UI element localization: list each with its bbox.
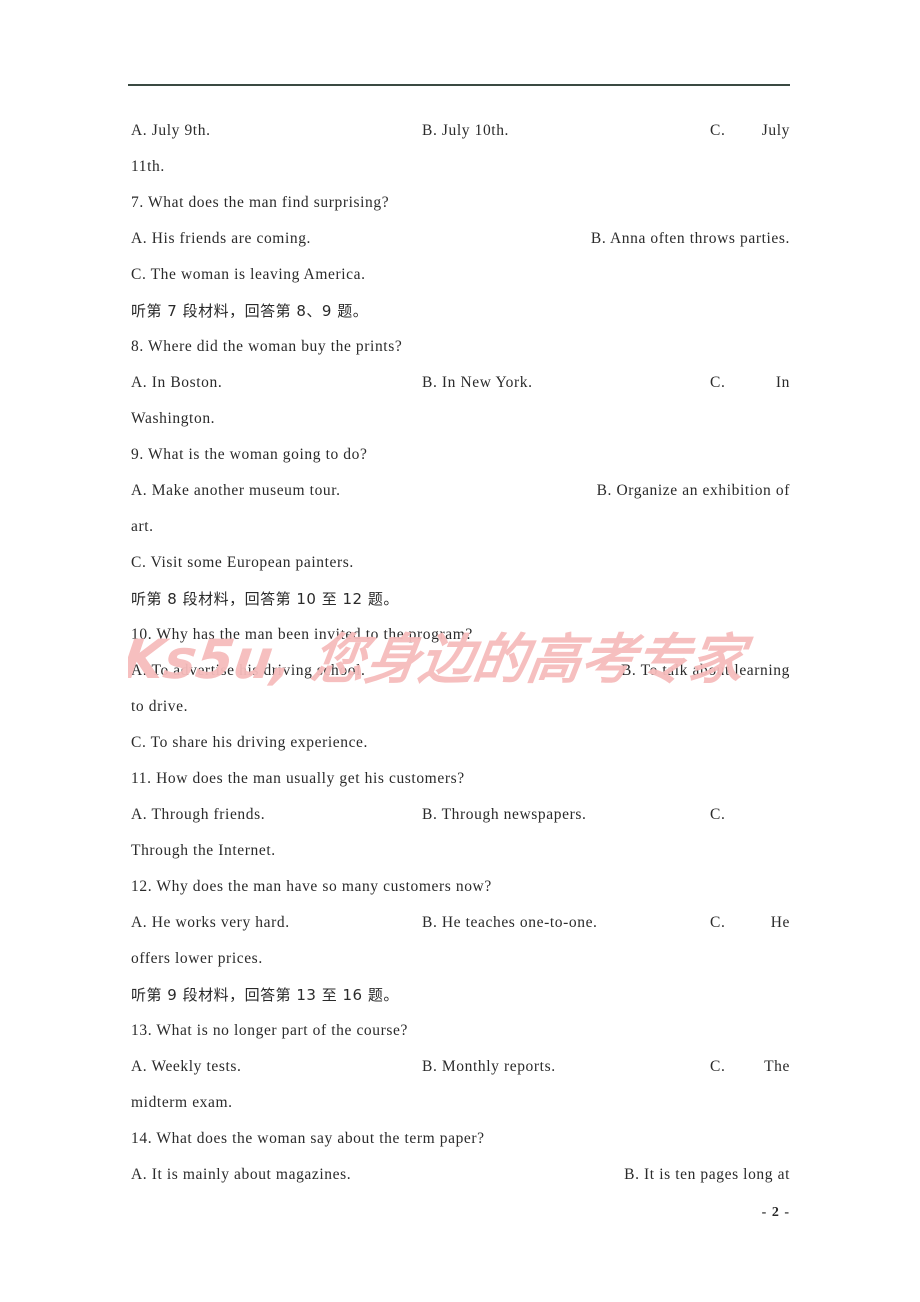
option-continuation: 11th.	[131, 158, 165, 175]
option-row: A. He works very hard. B. He teaches one…	[131, 905, 790, 941]
option-row: A. To advertise his driving school. B. T…	[131, 653, 790, 689]
option-continuation: art.	[131, 518, 154, 535]
option-a: A. July 9th.	[131, 122, 211, 139]
question-stem: 11. How does the man usually get his cus…	[131, 770, 465, 787]
option-c: C. To share his driving experience.	[131, 734, 369, 751]
option-row: A. It is mainly about magazines. B. It i…	[131, 1157, 790, 1193]
option-c: C.	[710, 122, 726, 139]
option-continuation: offers lower prices.	[131, 950, 263, 967]
option-continuation: midterm exam.	[131, 1094, 233, 1111]
option-a: A. In Boston.	[131, 374, 223, 391]
option-row: A. In Boston. B. In New York. C. In	[131, 365, 790, 401]
option-b: B. July 10th.	[422, 122, 510, 139]
question-stem: 10. Why has the man been invited to the …	[131, 626, 473, 643]
option-c-tail: July	[761, 122, 790, 139]
option-c-tail: In	[775, 374, 790, 391]
option-a: A. Through friends.	[131, 806, 266, 823]
question-stem: 8. Where did the woman buy the prints?	[131, 338, 403, 355]
option-c: C. The woman is leaving America.	[131, 266, 366, 283]
option-b: B. He teaches one-to-one.	[422, 914, 598, 931]
option-a: A. It is mainly about magazines.	[131, 1166, 352, 1183]
option-continuation: Through the Internet.	[131, 842, 276, 859]
question-stem: 9. What is the woman going to do?	[131, 446, 368, 463]
option-b: B. To talk about learning	[620, 662, 790, 679]
option-a: A. Make another museum tour.	[131, 482, 341, 499]
option-c: C.	[710, 806, 726, 823]
question-stem: 7. What does the man find surprising?	[131, 194, 390, 211]
option-b: B. Monthly reports.	[422, 1058, 556, 1075]
section-instruction: 听第 8 段材料，回答第 10 至 12 题。	[131, 590, 399, 608]
option-b: B. Through newspapers.	[422, 806, 587, 823]
option-continuation: to drive.	[131, 698, 189, 715]
option-continuation: Washington.	[131, 410, 216, 427]
section-instruction: 听第 7 段材料，回答第 8、9 题。	[131, 302, 369, 320]
option-c: C.	[710, 1058, 726, 1075]
option-b: B. Organize an exhibition of	[596, 482, 790, 499]
option-b: B. It is ten pages long at	[624, 1166, 790, 1183]
question-list: A. July 9th. B. July 10th. C. July 11th.…	[131, 113, 790, 1193]
option-row: A. July 9th. B. July 10th. C. July	[131, 113, 790, 149]
option-a: A. He works very hard.	[131, 914, 290, 931]
option-b: B. Anna often throws parties.	[590, 230, 790, 247]
option-row: A. His friends are coming. B. Anna often…	[131, 221, 790, 257]
option-row: A. Through friends. B. Through newspaper…	[131, 797, 790, 833]
exam-page: A. July 9th. B. July 10th. C. July 11th.…	[0, 0, 920, 1302]
option-a: A. His friends are coming.	[131, 230, 312, 247]
option-c: C.	[710, 374, 726, 391]
option-c-tail: The	[764, 1058, 790, 1075]
option-a: A. To advertise his driving school.	[131, 662, 366, 679]
option-a: A. Weekly tests.	[131, 1058, 242, 1075]
section-instruction: 听第 9 段材料，回答第 13 至 16 题。	[131, 986, 399, 1004]
option-b: B. In New York.	[422, 374, 533, 391]
question-stem: 14. What does the woman say about the te…	[131, 1130, 485, 1147]
option-c-tail: He	[770, 914, 790, 931]
question-stem: 12. Why does the man have so many custom…	[131, 878, 492, 895]
option-c: C. Visit some European painters.	[131, 554, 354, 571]
option-c: C.	[710, 914, 726, 931]
question-stem: 13. What is no longer part of the course…	[131, 1022, 408, 1039]
option-row: A. Make another museum tour. B. Organize…	[131, 473, 790, 509]
page-number: - 2 -	[761, 1205, 790, 1220]
header-rule	[128, 84, 790, 86]
option-row: A. Weekly tests. B. Monthly reports. C. …	[131, 1049, 790, 1085]
